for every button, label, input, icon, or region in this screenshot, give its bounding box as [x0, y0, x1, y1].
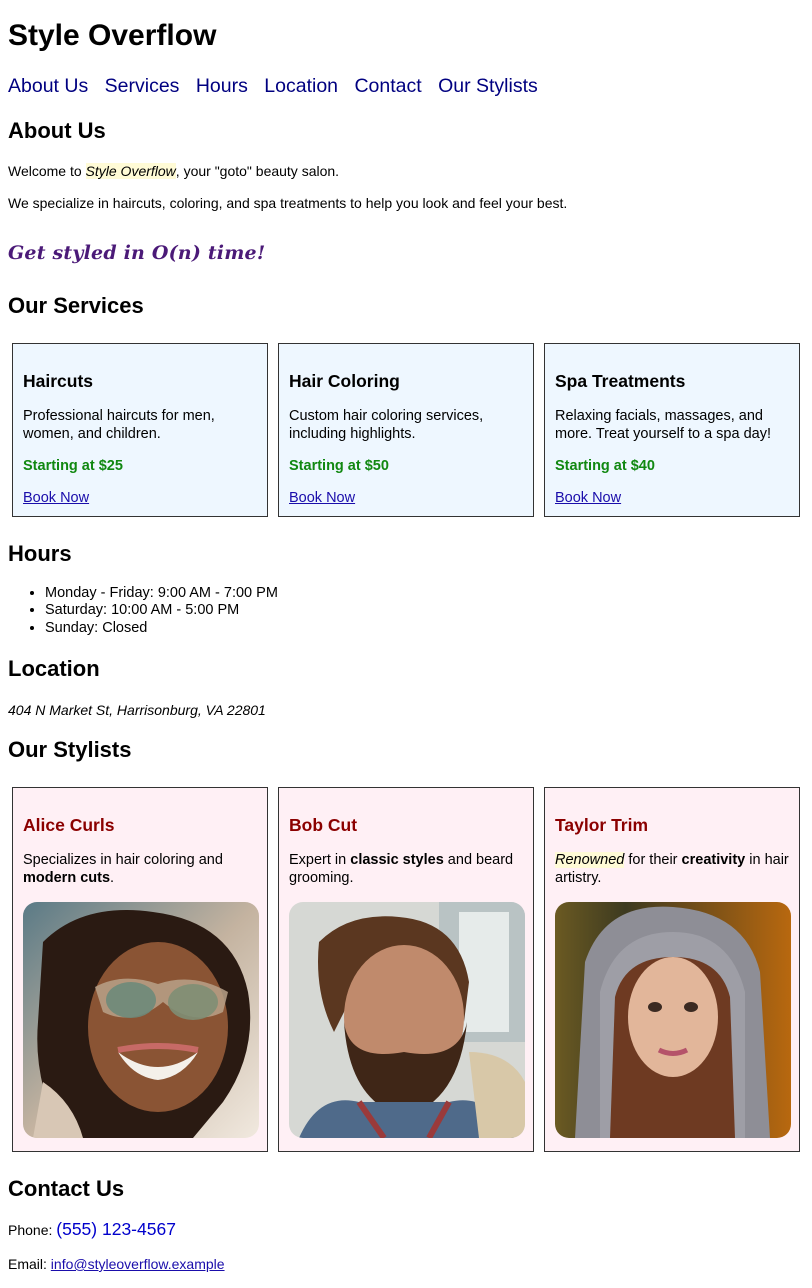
stylist-photo	[289, 902, 525, 1138]
services-title: Our Services	[8, 293, 144, 318]
stylist-card-bob: Bob Cut Expert in classic styles and bea…	[278, 787, 534, 1152]
email-label: Email:	[8, 1256, 51, 1272]
stylist-photo	[555, 902, 791, 1138]
desc-bold: modern cuts	[23, 869, 111, 886]
location-title: Location	[8, 656, 100, 681]
welcome-suffix: , your "goto" beauty salon.	[175, 163, 340, 179]
brand-highlight: Style Overflow	[85, 163, 176, 179]
service-card-coloring: Hair Coloring Custom hair coloring servi…	[278, 343, 534, 517]
book-now-link[interactable]: Book Now	[289, 489, 355, 507]
service-name: Hair Coloring	[289, 371, 400, 391]
desc-bold: creativity	[681, 852, 746, 868]
service-price: Starting at $25	[23, 458, 123, 474]
nav-about[interactable]: About Us	[8, 75, 88, 97]
service-name: Spa Treatments	[555, 371, 686, 391]
service-price: Starting at $50	[289, 458, 389, 474]
nav-contact[interactable]: Contact	[354, 75, 421, 97]
hours-item: Sunday: Closed	[45, 620, 278, 637]
stylist-name: Alice Curls	[23, 815, 115, 835]
stylist-card-alice: Alice Curls Specializes in hair coloring…	[12, 787, 268, 1152]
phone-label: Phone:	[8, 1222, 57, 1238]
stylist-photo	[23, 902, 259, 1138]
contact-title: Contact Us	[8, 1176, 125, 1201]
phone-line: Phone: (555) 123-4567	[8, 1219, 176, 1240]
nav-location[interactable]: Location	[264, 75, 338, 97]
book-now-link[interactable]: Book Now	[555, 489, 621, 507]
address: 404 N Market St, Harrisonburg, VA 22801	[8, 702, 266, 718]
service-name: Haircuts	[23, 371, 94, 391]
hours-list: Monday - Friday: 9:00 AM - 7:00 PM Satur…	[8, 585, 278, 637]
stylist-name: Taylor Trim	[555, 815, 649, 835]
welcome-prefix: Welcome to	[8, 163, 86, 179]
desc-part: Specializes in hair coloring and	[23, 852, 223, 868]
tagline: Get styled in O(n) time!	[8, 242, 266, 264]
phone-link[interactable]: (555) 123-4567	[56, 1219, 176, 1239]
nav-hours[interactable]: Hours	[196, 75, 248, 97]
service-description: Custom hair coloring services, including…	[289, 408, 484, 442]
service-description: Relaxing facials, massages, and more. Tr…	[555, 408, 771, 442]
stylist-description: Renowned for their creativity in hair ar…	[555, 852, 789, 887]
welcome-text: Welcome to Style Overflow, your "goto" b…	[8, 162, 339, 180]
service-card-spa: Spa Treatments Relaxing facials, massage…	[544, 343, 800, 517]
desc-part: Expert in	[289, 852, 351, 868]
stylist-description: Expert in classic styles and beard groom…	[289, 852, 523, 887]
desc-part: .	[110, 869, 115, 886]
hours-title: Hours	[8, 541, 72, 566]
desc-bold: classic styles	[350, 852, 444, 868]
main-nav: About Us Services Hours Location Contact…	[8, 74, 549, 98]
stylist-card-taylor: Taylor Trim Renowned for their creativit…	[544, 787, 800, 1152]
about-description: We specialize in haircuts, coloring, and…	[8, 195, 568, 211]
about-title: About Us	[8, 118, 106, 143]
email-link[interactable]: info@styleoverflow.example	[51, 1256, 225, 1272]
stylists-title: Our Stylists	[8, 737, 132, 762]
book-now-link[interactable]: Book Now	[23, 489, 89, 507]
stylists-list: Alice Curls Specializes in hair coloring…	[12, 787, 801, 1152]
page-title: Style Overflow	[8, 19, 217, 52]
desc-highlight: Renowned	[555, 852, 625, 868]
stylist-description: Specializes in hair coloring and modern …	[23, 852, 257, 887]
hours-item: Saturday: 10:00 AM - 5:00 PM	[45, 602, 278, 619]
nav-services[interactable]: Services	[105, 75, 180, 97]
email-line: Email: info@styleoverflow.example	[8, 1254, 225, 1274]
stylist-name: Bob Cut	[289, 815, 358, 835]
service-card-haircuts: Haircuts Professional haircuts for men, …	[12, 343, 268, 517]
service-description: Professional haircuts for men, women, an…	[23, 408, 215, 442]
nav-stylists[interactable]: Our Stylists	[438, 75, 538, 97]
hours-item: Monday - Friday: 9:00 AM - 7:00 PM	[45, 585, 278, 602]
services-list: Haircuts Professional haircuts for men, …	[12, 343, 801, 517]
desc-part: for their	[624, 852, 682, 868]
service-price: Starting at $40	[555, 458, 655, 474]
